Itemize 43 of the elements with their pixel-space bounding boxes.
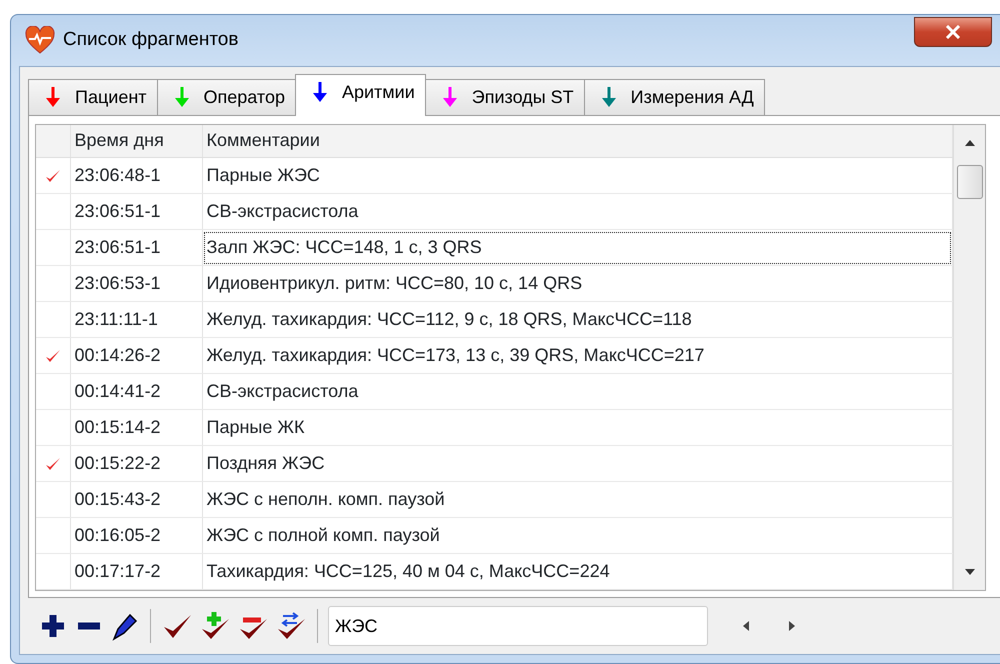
table-cell: 23:06:51-1 bbox=[70, 194, 202, 230]
check-swap-icon[interactable] bbox=[275, 611, 307, 641]
table-cell: СВ-экстрасистола bbox=[202, 194, 952, 230]
table-cell: 23:06:51-1 bbox=[70, 230, 202, 266]
close-button[interactable] bbox=[914, 17, 992, 48]
table-cell: Залп ЖЭС: ЧСС=148, 1 с, 3 QRS bbox=[202, 230, 952, 266]
tab[interactable]: Измерения АД bbox=[584, 78, 765, 114]
scrollbar[interactable] bbox=[953, 124, 985, 590]
check-plus-icon[interactable] bbox=[199, 611, 231, 641]
table-cell: Поздняя ЖЭС bbox=[202, 446, 952, 482]
table-cell: Тахикардия: ЧСС=125, 40 м 04 с, МаксЧСС=224 bbox=[202, 554, 952, 590]
table-cell: Желуд. тахикардия: ЧСС=173, 13 с, 39 QRS, МаксЧСС=217 bbox=[202, 338, 952, 374]
scroll-thumb[interactable] bbox=[956, 164, 982, 198]
table-cell: 00:16:05-2 bbox=[70, 518, 202, 554]
table-cell: 00:14:41-2 bbox=[70, 374, 202, 410]
table-cell: Парные ЖК bbox=[202, 410, 952, 446]
table-cell: Идиовентрикул. ритм: ЧСС=80, 10 с, 14 QRS bbox=[202, 266, 952, 302]
tab[interactable]: Пациент bbox=[28, 78, 158, 114]
column-header[interactable]: Комментарии bbox=[202, 124, 952, 158]
table-cell: 00:15:22-2 bbox=[70, 446, 202, 482]
filter-field[interactable]: ЖЭС bbox=[328, 606, 708, 646]
heart-icon bbox=[25, 26, 55, 54]
table-cell: Парные ЖЭС bbox=[202, 158, 952, 194]
pen-icon[interactable] bbox=[110, 611, 140, 641]
window-title: Список фрагментов bbox=[63, 28, 238, 52]
table-cell: СВ-экстрасистола bbox=[202, 374, 952, 410]
table-cell: 00:15:14-2 bbox=[70, 410, 202, 446]
close-icon bbox=[945, 25, 961, 40]
table-cell: 23:06:48-1 bbox=[70, 158, 202, 194]
table-cell: ЖЭС с полной комп. паузой bbox=[202, 518, 952, 554]
tab[interactable]: Оператор bbox=[156, 78, 296, 114]
table-cell: Желуд. тахикардия: ЧСС=112, 9 с, 18 QRS, МаксЧСС=118 bbox=[202, 302, 952, 338]
table-cell: 23:11:11-1 bbox=[70, 302, 202, 338]
scroll-down-icon[interactable] bbox=[964, 568, 976, 576]
tab[interactable]: Эпизоды ST bbox=[424, 78, 585, 114]
tab[interactable]: Аритмии bbox=[294, 74, 426, 116]
table-cell: 00:14:26-2 bbox=[70, 338, 202, 374]
scroll-up-icon[interactable] bbox=[964, 138, 976, 146]
table-cell: ЖЭС с неполн. комп. паузой bbox=[202, 482, 952, 518]
column-header[interactable]: Время дня bbox=[70, 124, 202, 158]
table-cell: 23:06:53-1 bbox=[70, 266, 202, 302]
table-cell: 00:17:17-2 bbox=[70, 554, 202, 590]
table-cell: 00:15:43-2 bbox=[70, 482, 202, 518]
